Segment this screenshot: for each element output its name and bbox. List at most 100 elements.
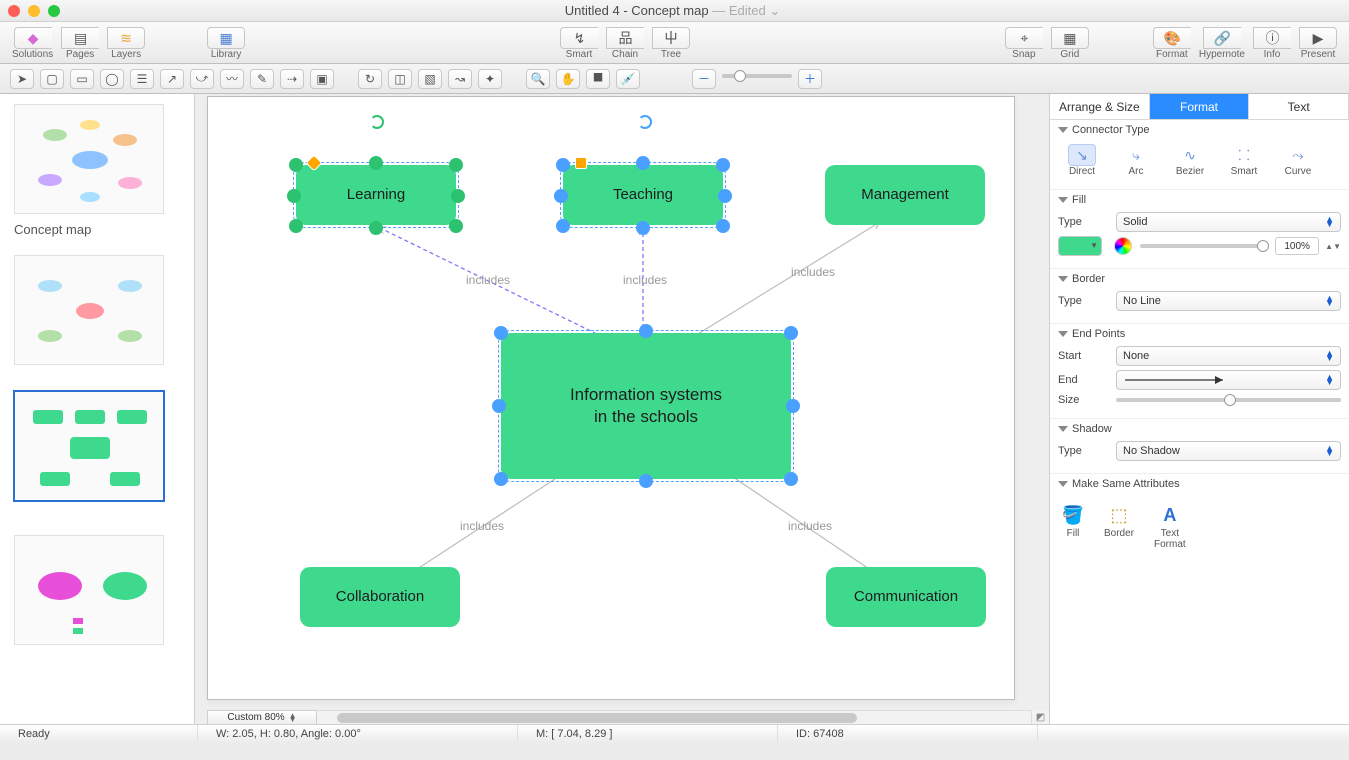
solutions-button[interactable]: ◆: [14, 27, 52, 49]
same-fill-button[interactable]: 🪣Fill: [1062, 502, 1084, 550]
shadow-type-select[interactable]: No Shadow▲▼: [1116, 441, 1341, 461]
handle[interactable]: [784, 326, 798, 340]
handle[interactable]: [287, 189, 301, 203]
window-title-chevron-icon[interactable]: ⌄: [769, 3, 780, 18]
start-arrow-select[interactable]: None▲▼: [1116, 346, 1341, 366]
chain-connector-button[interactable]: 品: [606, 27, 644, 49]
handle[interactable]: [784, 472, 798, 486]
node-collaboration[interactable]: Collaboration: [300, 567, 460, 627]
hand-tool[interactable]: ✋: [556, 69, 580, 89]
pencil-tool[interactable]: ✎: [250, 69, 274, 89]
close-window-button[interactable]: [8, 5, 20, 17]
node-communication[interactable]: Communication: [826, 567, 986, 627]
disclosure-icon[interactable]: [1058, 331, 1068, 337]
handle[interactable]: [369, 221, 383, 235]
handle[interactable]: [556, 158, 570, 172]
color-wheel-button[interactable]: [1114, 237, 1132, 255]
minimize-window-button[interactable]: [28, 5, 40, 17]
ellipse-tool[interactable]: ◯: [100, 69, 124, 89]
zoom-slider[interactable]: [722, 74, 792, 84]
opacity-value[interactable]: 100%: [1275, 237, 1319, 255]
disclosure-icon[interactable]: [1058, 481, 1068, 487]
endpoint-size-slider[interactable]: [1116, 398, 1341, 402]
fill-type-select[interactable]: Solid▲▼: [1116, 212, 1341, 232]
layers-button[interactable]: ≋: [107, 27, 145, 49]
grid-button[interactable]: ▦: [1051, 27, 1089, 49]
pointer-tool[interactable]: ➤: [10, 69, 34, 89]
container-tool[interactable]: ▣: [310, 69, 334, 89]
page-thumb-4[interactable]: [14, 535, 164, 645]
handle[interactable]: [289, 158, 303, 172]
disclosure-icon[interactable]: [1058, 426, 1068, 432]
disclosure-icon[interactable]: [1058, 127, 1068, 133]
page-thumb-3[interactable]: [14, 391, 164, 501]
rect-shape-tool[interactable]: ▭: [70, 69, 94, 89]
canvas-corner-icon[interactable]: ◩: [1031, 710, 1049, 724]
smart-connector-button[interactable]: ↯: [560, 27, 598, 49]
zoom-tool[interactable]: 🔍: [526, 69, 550, 89]
handle[interactable]: [554, 189, 568, 203]
edge-edit-tool[interactable]: ↝: [448, 69, 472, 89]
disclosure-icon[interactable]: [1058, 197, 1068, 203]
handle[interactable]: [716, 219, 730, 233]
connector-curve[interactable]: ⤳Curve: [1276, 144, 1320, 177]
node-teaching[interactable]: Teaching: [563, 165, 723, 225]
handle[interactable]: [639, 474, 653, 488]
tree-connector-button[interactable]: ⼬: [652, 27, 690, 49]
rect-select-tool[interactable]: ▢: [40, 69, 64, 89]
pages-button[interactable]: ▤: [61, 27, 99, 49]
canvas-area[interactable]: includes includes includes includes incl…: [195, 94, 1049, 724]
zoom-out-button[interactable]: －: [692, 69, 716, 89]
connector-bezier[interactable]: ∿Bezier: [1168, 144, 1212, 177]
eyedropper-tool[interactable]: 💉: [616, 69, 640, 89]
connector-smart[interactable]: ⸬Smart: [1222, 144, 1266, 177]
horizontal-scrollbar[interactable]: [207, 710, 1037, 724]
tab-format[interactable]: Format: [1150, 94, 1250, 119]
node-learning[interactable]: Learning: [296, 165, 456, 225]
handle[interactable]: [718, 189, 732, 203]
handle[interactable]: [556, 219, 570, 233]
handle[interactable]: [494, 472, 508, 486]
present-button[interactable]: ▶: [1299, 27, 1337, 49]
spline-tool[interactable]: 〰: [220, 69, 244, 89]
zoom-readout[interactable]: Custom 80% ▲▼: [207, 710, 317, 724]
opacity-slider[interactable]: [1140, 244, 1269, 248]
page-thumb-2[interactable]: [14, 255, 164, 365]
stamp-tool[interactable]: ⯀: [586, 69, 610, 89]
fill-color-swatch[interactable]: ▼: [1058, 236, 1102, 256]
end-arrow-select[interactable]: ▲▼: [1116, 370, 1341, 390]
node-center[interactable]: Information systems in the schools: [501, 333, 791, 479]
handle[interactable]: [786, 399, 800, 413]
handle[interactable]: [369, 156, 383, 170]
format-panel-button[interactable]: 🎨: [1153, 27, 1191, 49]
handle[interactable]: [449, 158, 463, 172]
page-thumb-1[interactable]: [14, 104, 164, 214]
connector-direct[interactable]: ↘Direct: [1060, 144, 1104, 177]
same-text-button[interactable]: ATextFormat: [1154, 502, 1186, 550]
stepper-icon[interactable]: ▲▼: [1325, 242, 1341, 251]
snap-button[interactable]: ⌖: [1005, 27, 1043, 49]
node-management[interactable]: Management: [825, 165, 985, 225]
zoom-in-button[interactable]: ＋: [798, 69, 822, 89]
stepper-icon[interactable]: ▲▼: [289, 714, 297, 722]
fullscreen-window-button[interactable]: [48, 5, 60, 17]
handle[interactable]: [449, 219, 463, 233]
info-button[interactable]: ⓘ: [1253, 27, 1291, 49]
line-tool[interactable]: ↗: [160, 69, 184, 89]
handle[interactable]: [636, 221, 650, 235]
rotate-handle-learning[interactable]: [370, 115, 384, 129]
handle[interactable]: [716, 158, 730, 172]
same-border-button[interactable]: ⬚Border: [1104, 502, 1134, 550]
handle[interactable]: [289, 219, 303, 233]
handle[interactable]: [639, 324, 653, 338]
arc-tool[interactable]: ⤻: [190, 69, 214, 89]
rotate-handle-teaching[interactable]: [638, 115, 652, 129]
connector-arc[interactable]: ⤷Arc: [1114, 144, 1158, 177]
node-edit-tool[interactable]: ✦: [478, 69, 502, 89]
text-tool[interactable]: ☰: [130, 69, 154, 89]
border-type-select[interactable]: No Line▲▼: [1116, 291, 1341, 311]
library-button[interactable]: ▦: [207, 27, 245, 49]
hypernote-button[interactable]: 🔗: [1203, 27, 1241, 49]
connector-tool[interactable]: ⇢: [280, 69, 304, 89]
canvas[interactable]: includes includes includes includes incl…: [207, 96, 1015, 700]
